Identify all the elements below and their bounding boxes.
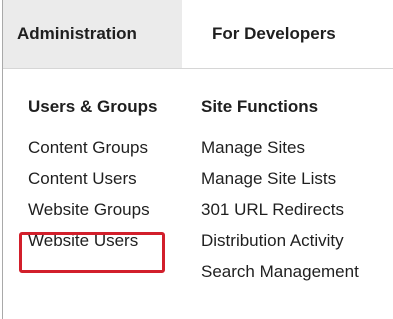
tab-bar: Administration For Developers	[3, 0, 393, 68]
tab-divider	[3, 68, 393, 69]
search-management-link[interactable]: Search Management	[201, 256, 359, 287]
users-groups-column: Users & Groups Content Groups Content Us…	[28, 92, 157, 256]
site-functions-column: Site Functions Manage Sites Manage Site …	[201, 92, 359, 287]
website-users-link[interactable]: Website Users	[28, 225, 157, 256]
distribution-activity-link[interactable]: Distribution Activity	[201, 225, 359, 256]
admin-menu-panel: Administration For Developers Users & Gr…	[0, 0, 393, 319]
site-functions-heading: Site Functions	[201, 97, 319, 116]
tab-administration[interactable]: Administration	[3, 0, 182, 68]
users-groups-heading: Users & Groups	[28, 97, 158, 116]
manage-site-lists-link[interactable]: Manage Site Lists	[201, 163, 359, 194]
url-redirects-link[interactable]: 301 URL Redirects	[201, 194, 359, 225]
tab-for-developers-label: For Developers	[212, 24, 336, 43]
website-groups-link[interactable]: Website Groups	[28, 194, 157, 225]
tab-administration-label: Administration	[17, 24, 137, 43]
manage-sites-link[interactable]: Manage Sites	[201, 132, 359, 163]
content-groups-link[interactable]: Content Groups	[28, 132, 157, 163]
content-users-link[interactable]: Content Users	[28, 163, 157, 194]
tab-for-developers[interactable]: For Developers	[182, 0, 393, 68]
